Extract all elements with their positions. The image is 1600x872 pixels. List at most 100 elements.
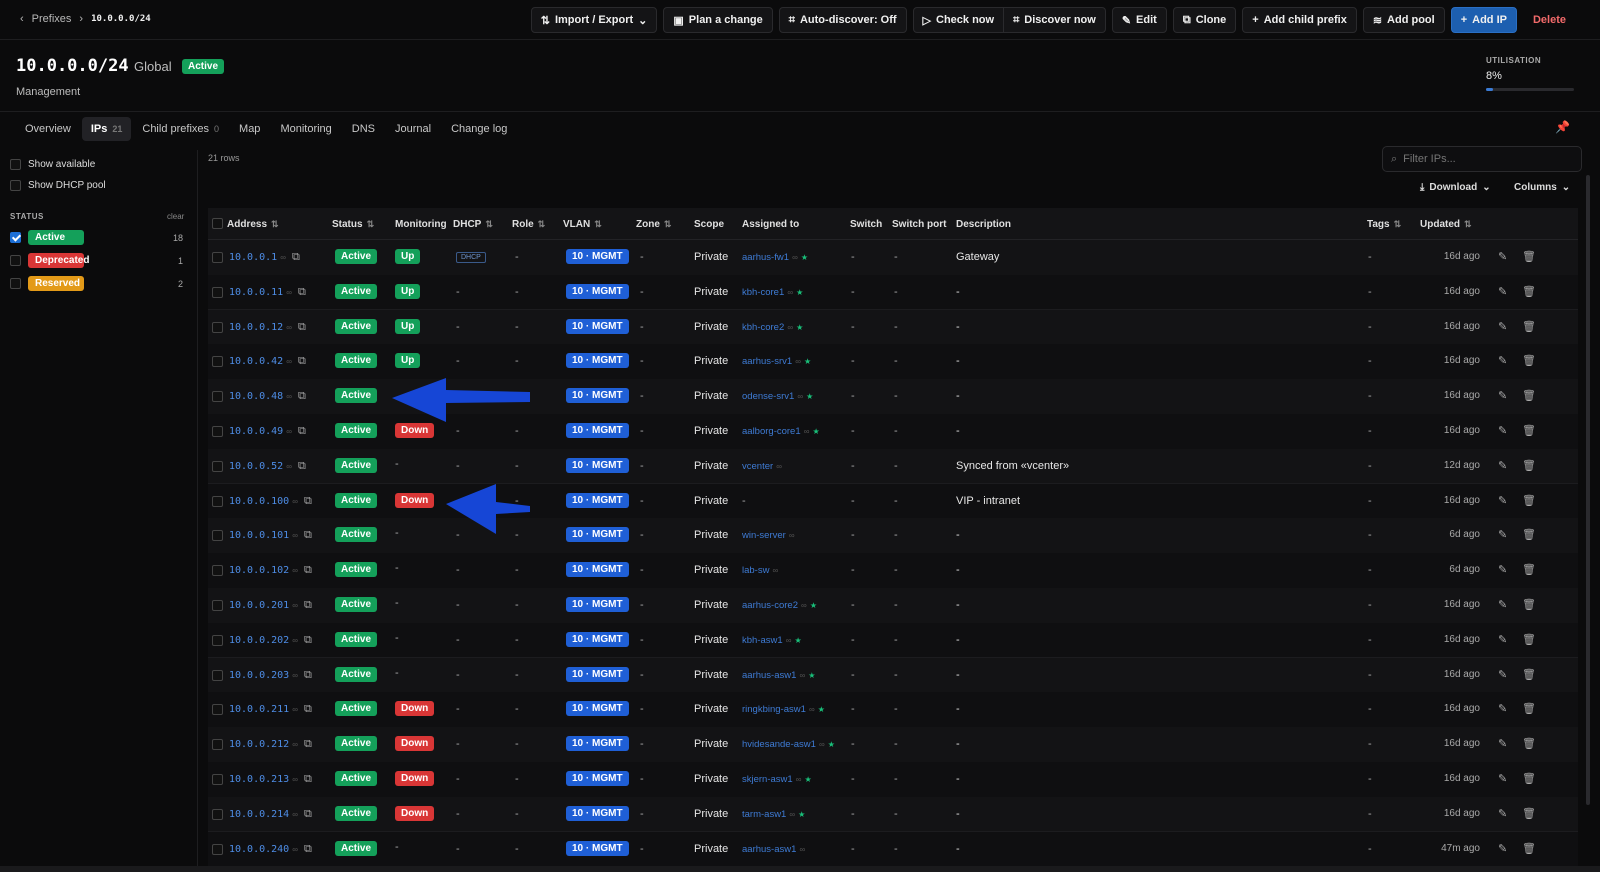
col-updated[interactable]: Updated ⇅: [1420, 219, 1472, 230]
show-available-checkbox[interactable]: [10, 159, 21, 170]
col-description[interactable]: Description: [956, 219, 1011, 230]
tab-map[interactable]: Map: [230, 117, 269, 141]
assigned-link[interactable]: odense-srv1: [742, 391, 794, 402]
assigned-link[interactable]: hvidesande-asw1: [742, 739, 816, 750]
tab-ips[interactable]: IPs 21: [81, 117, 132, 141]
assigned-link[interactable]: aarhus-fw1: [742, 252, 789, 263]
table-row[interactable]: 10.0.0.49 ∞ ⧉ Active Down - -10 · MGMT - Priva…: [208, 414, 1578, 450]
edit-icon[interactable]: ✎: [1498, 808, 1507, 820]
trash-icon[interactable]: 🗑: [1522, 564, 1536, 576]
vlan-badge[interactable]: 10 · MGMT: [566, 840, 629, 856]
row-checkbox[interactable]: [212, 739, 223, 751]
trash-icon[interactable]: 🗑: [1522, 773, 1536, 785]
row-checkbox[interactable]: [212, 669, 223, 681]
copy-icon[interactable]: ⧉: [304, 808, 312, 820]
table-row[interactable]: 10.0.0.211 ∞ ⧉ Active Down - -10 · MGMT - Priv…: [208, 692, 1578, 728]
table-row[interactable]: 10.0.0.201 ∞ ⧉ Active - - -10 · MGMT - Private…: [208, 588, 1578, 624]
copy-icon[interactable]: ⧉: [304, 564, 312, 576]
row-checkbox[interactable]: [212, 426, 223, 437]
col-monitoring[interactable]: Monitoring: [395, 219, 447, 230]
status-checkbox[interactable]: [10, 232, 21, 243]
table-row[interactable]: 10.0.0.100 ∞ ⧉ Active Down - -10 · MGMT - Priv…: [208, 483, 1578, 520]
vlan-badge[interactable]: 10 · MGMT: [566, 805, 629, 821]
col-zone[interactable]: Zone ⇅: [636, 219, 671, 230]
assigned-link[interactable]: kbh-core1: [742, 287, 784, 298]
copy-icon[interactable]: ⧉: [304, 703, 312, 715]
edit-icon[interactable]: ✎: [1498, 355, 1507, 367]
vlan-badge[interactable]: 10 · MGMT: [566, 457, 629, 473]
ip-address-link[interactable]: 10.0.0.202: [229, 635, 289, 646]
show-dhcp-toggle[interactable]: Show DHCP pool: [10, 180, 106, 191]
vlan-badge[interactable]: 10 · MGMT: [566, 318, 629, 334]
add-child-prefix-button[interactable]: + Add child prefix: [1242, 7, 1357, 33]
vlan-badge[interactable]: 10 · MGMT: [566, 423, 629, 438]
edit-button[interactable]: ✎ Edit: [1111, 7, 1167, 33]
edit-icon[interactable]: ✎: [1498, 390, 1507, 402]
edit-icon[interactable]: ✎: [1498, 773, 1507, 785]
import-export-button[interactable]: ⇅ Import / Export ⌄: [530, 7, 658, 33]
assigned-link[interactable]: aarhus-asw1: [742, 844, 796, 855]
row-checkbox[interactable]: [212, 321, 223, 333]
trash-icon[interactable]: 🗑: [1522, 321, 1536, 333]
ip-address-link[interactable]: 10.0.0.102: [229, 565, 289, 576]
trash-icon[interactable]: 🗑: [1522, 529, 1536, 541]
trash-icon[interactable]: 🗑: [1522, 251, 1536, 263]
copy-icon[interactable]: ⧉: [292, 251, 300, 263]
assigned-link[interactable]: ringkbing-asw1: [742, 704, 806, 715]
ip-address-link[interactable]: 10.0.0.12: [229, 322, 283, 333]
row-checkbox[interactable]: [212, 252, 223, 263]
edit-icon[interactable]: ✎: [1498, 703, 1507, 715]
trash-icon[interactable]: 🗑: [1522, 460, 1536, 472]
ip-address-link[interactable]: 10.0.0.214: [229, 809, 289, 820]
copy-icon[interactable]: ⧉: [304, 529, 312, 541]
ip-address-link[interactable]: 10.0.0.212: [229, 739, 289, 750]
download-button[interactable]: ⤓ Download ⌄: [1420, 182, 1491, 193]
edit-icon[interactable]: ✎: [1498, 495, 1507, 507]
show-dhcp-checkbox[interactable]: [10, 180, 21, 191]
trash-icon[interactable]: 🗑: [1522, 599, 1536, 611]
vlan-badge[interactable]: 10 · MGMT: [566, 666, 629, 682]
check-now-button[interactable]: ▷ Check now: [912, 7, 1005, 33]
col-address[interactable]: Address ⇅: [227, 219, 279, 230]
columns-button[interactable]: Columns ⌄: [1514, 182, 1570, 193]
copy-icon[interactable]: ⧉: [304, 495, 312, 507]
trash-icon[interactable]: 🗑: [1522, 390, 1536, 402]
status-filter-deprecated[interactable]: Deprecated: [10, 253, 89, 268]
trash-icon[interactable]: 🗑: [1522, 634, 1536, 646]
row-checkbox[interactable]: [212, 600, 223, 611]
assigned-link[interactable]: kbh-core2: [742, 322, 784, 333]
copy-icon[interactable]: ⧉: [304, 843, 312, 855]
vlan-badge[interactable]: 10 · MGMT: [566, 701, 629, 717]
vlan-badge[interactable]: 10 · MGMT: [566, 388, 629, 404]
trash-icon[interactable]: 🗑: [1522, 808, 1536, 820]
clear-filter-link[interactable]: clear: [167, 212, 184, 221]
table-row[interactable]: 10.0.0.42 ∞ ⧉ Active Up - -10 · MGMT - Private…: [208, 344, 1578, 380]
edit-icon[interactable]: ✎: [1498, 286, 1507, 298]
discover-now-button[interactable]: ⌗ Discover now: [1004, 7, 1106, 33]
row-checkbox[interactable]: [212, 286, 223, 298]
tab-dns[interactable]: DNS: [343, 117, 384, 141]
trash-icon[interactable]: 🗑: [1522, 843, 1536, 855]
copy-icon[interactable]: ⧉: [304, 738, 312, 750]
ip-address-link[interactable]: 10.0.0.49: [229, 426, 283, 437]
row-checkbox[interactable]: [212, 460, 223, 472]
tab-overview[interactable]: Overview: [16, 117, 80, 141]
edit-icon[interactable]: ✎: [1498, 564, 1507, 576]
table-row[interactable]: 10.0.0.102 ∞ ⧉ Active - - -10 · MGMT - Private…: [208, 553, 1578, 589]
table-row[interactable]: 10.0.0.11 ∞ ⧉ Active Up - -10 · MGMT - Private…: [208, 274, 1578, 311]
copy-icon[interactable]: ⧉: [298, 286, 306, 298]
ip-address-link[interactable]: 10.0.0.42: [229, 356, 283, 367]
copy-icon[interactable]: ⧉: [304, 599, 312, 611]
row-checkbox[interactable]: [212, 808, 223, 820]
chevron-left-icon[interactable]: ‹: [20, 13, 24, 25]
assigned-link[interactable]: kbh-asw1: [742, 635, 783, 646]
edit-icon[interactable]: ✎: [1498, 460, 1507, 472]
edit-icon[interactable]: ✎: [1498, 321, 1507, 333]
assigned-link[interactable]: tarm-asw1: [742, 809, 786, 820]
tab-change-log[interactable]: Change log: [442, 117, 516, 141]
row-checkbox[interactable]: [212, 634, 223, 646]
table-row[interactable]: 10.0.0.203 ∞ ⧉ Active - - -10 · MGMT - Private…: [208, 657, 1578, 694]
assigned-link[interactable]: aarhus-core2: [742, 600, 798, 611]
edit-icon[interactable]: ✎: [1498, 529, 1507, 541]
row-checkbox[interactable]: [212, 530, 223, 542]
